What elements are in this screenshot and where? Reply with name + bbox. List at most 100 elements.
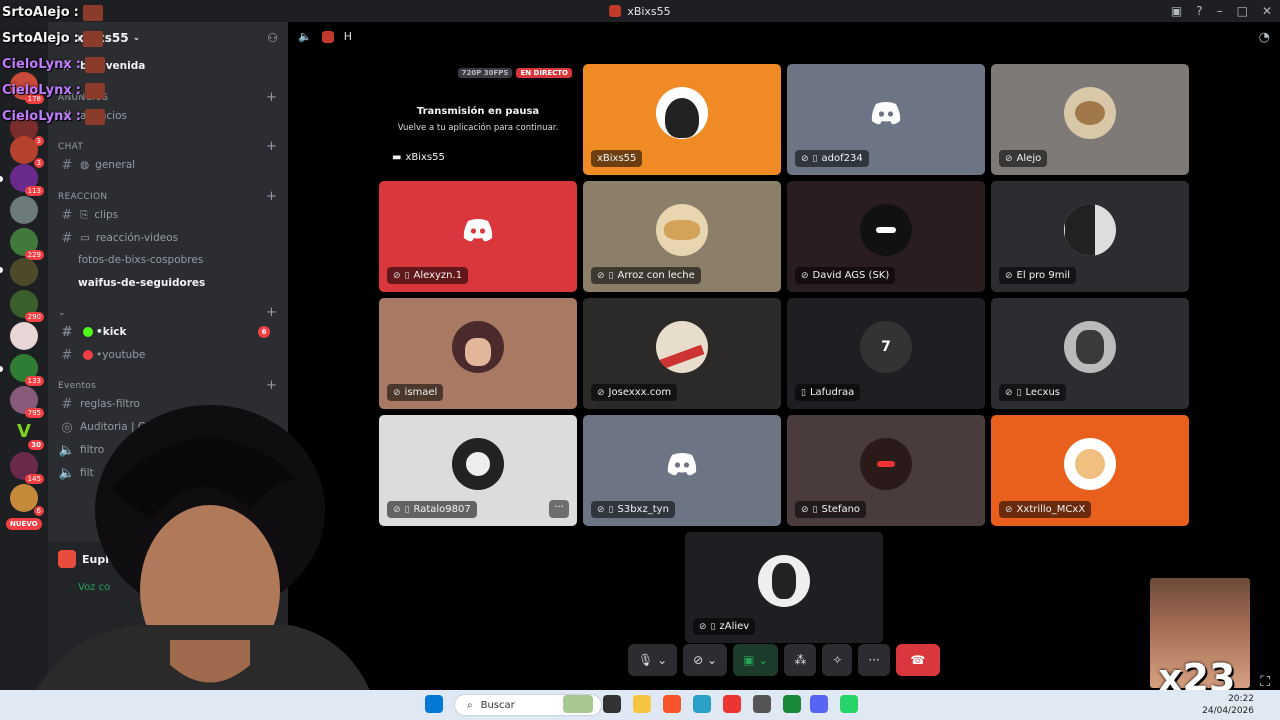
server-icon[interactable] [10,196,38,224]
widgets-icon[interactable] [563,695,593,713]
screen-share-button[interactable]: ▣ ⌄ [733,644,779,676]
deafened-icon: ⊘ [597,270,605,281]
avatar [656,320,708,373]
explorer-icon[interactable] [633,695,651,713]
taskview-icon[interactable] [603,695,621,713]
microphone-icon: 🎙 [638,653,654,667]
chevron-down-icon[interactable]: ⌄ [657,653,667,667]
deafened-icon: ⊘ [1005,504,1013,515]
add-channel-icon[interactable]: + [266,90,277,105]
soundboard-button[interactable]: ✧ [822,644,853,676]
participant-name: ⊘ David AGS (SK) [795,267,896,284]
participant-tile[interactable]: 7 ▯ Lafudraa [787,298,985,409]
participant-name: ⊘ ▯ zAliev [693,618,756,635]
paused-stream-tile[interactable]: 720P 30FPS EN DIRECTO Transmisión en pau… [378,64,578,175]
category-chat[interactable]: CHAT + [58,139,277,154]
participant-tile[interactable]: xBixs55 [583,64,781,175]
participant-tile[interactable]: ⊘ ▯ Stefano [787,415,985,526]
microphone-button[interactable]: 🎙 ⌄ [628,644,678,676]
inbox-icon[interactable]: ▣ [1171,4,1182,18]
discord-icon[interactable] [810,695,828,713]
participant-name: ⊘ ▯ Ratalo9807 [387,501,477,518]
channel-reaccion-videos[interactable]: # ▭ reacción-videos [58,228,282,248]
mobile-icon: ▯ [812,153,818,164]
channel-general[interactable]: # ◍ general [58,155,282,175]
channel-kick[interactable]: # •kick 6 [58,322,282,342]
avatar [758,554,810,607]
participant-tile[interactable]: ⊘ Xxtrillo_MCxX [991,415,1189,526]
participant-tile[interactable]: ⊘ David AGS (SK) [787,181,985,292]
server-icon[interactable]: 290 [10,290,44,322]
more-options-button[interactable]: ··· [549,500,569,518]
emote-icon [84,109,105,125]
channel-clips[interactable]: # ⎘ clips [58,205,282,225]
whatsapp-icon[interactable] [840,695,858,713]
participant-tile[interactable]: ⊘ ▯ adof234 [787,64,985,175]
app-icon[interactable] [723,695,741,713]
participant-tile[interactable]: ⊘ Josexxx.com [583,298,781,409]
start-icon[interactable] [425,695,443,713]
more-button[interactable]: ··· [858,644,890,676]
add-channel-icon[interactable]: + [266,189,277,204]
chevron-down-icon[interactable]: ⌄ [758,653,768,667]
add-channel-icon[interactable]: + [266,305,277,320]
server-icon[interactable]: 229 [10,228,44,260]
server-icon[interactable] [10,258,38,286]
app-icon[interactable] [693,695,711,713]
chevron-down-icon[interactable]: ⌄ [707,653,717,667]
emote-icon [82,5,103,21]
participant-tile[interactable]: ⊘ Alejo [991,64,1189,175]
maximize-button[interactable]: □ [1237,4,1248,18]
category-reaccion[interactable]: REACCION + [58,189,277,204]
video-icon: ▭ [80,232,90,244]
participant-tile[interactable]: ⊘ ▯ Arroz con leche [583,181,781,292]
channel-youtube[interactable]: # •youtube [58,345,282,365]
disconnect-button[interactable]: ☎ [895,644,940,676]
close-button[interactable]: ✕ [1262,4,1272,18]
participant-tile[interactable]: ⊘ ▯ Lecxus [991,298,1189,409]
server-icon[interactable]: 3 [10,136,44,168]
mobile-icon: ▯ [801,387,806,398]
kick-icon [83,327,93,337]
fullscreen-icon[interactable]: ⛶ [1260,674,1270,690]
add-channel-icon[interactable]: + [266,139,277,154]
add-channel-icon[interactable]: + [266,378,277,393]
app-icon[interactable] [753,695,771,713]
category-eventos[interactable]: Eventos + [58,378,277,393]
category-unnamed[interactable]: ⌄ + [58,305,277,320]
participant-tile[interactable]: ⊘ ▯ S3bxz_tyn [583,415,781,526]
participant-name: xBixs55 [591,150,643,167]
unread-pip [0,267,3,273]
app-icon[interactable] [783,695,801,713]
participant-tile[interactable]: ⊘ ▯ Ratalo9807 ··· [379,415,577,526]
chat-line: CieloLynx: [2,104,105,130]
server-icon[interactable]: 113 [10,164,44,196]
avatar [860,203,912,256]
minimize-button[interactable]: – [1217,4,1223,18]
chevron-down-icon: ⌄ [132,33,141,43]
channel-fotos[interactable]: fotos-de-bixs-cospobres [58,250,282,270]
clip-icon: ⎘ [80,208,89,221]
participant-tile[interactable]: ⊘ ▯ Alexyzn.1 [379,181,577,292]
avatar [1064,320,1116,373]
activity-icon[interactable]: ◔ [1259,30,1270,45]
participant-name: ⊘ Josexxx.com [591,384,678,401]
server-icon[interactable] [10,322,38,350]
camera-button[interactable]: ⊘ ⌄ [683,644,728,676]
channel-waifus[interactable]: waifus-de-seguidores [58,273,282,293]
taskbar: ⌕ Buscar 20:22 24/04/2026 [0,690,1280,720]
participant-tile[interactable]: ⊘ ismael [379,298,577,409]
voice-call-area: 🔈 H ◔ 720P 30FPS EN DIRECTO Transmisión … [288,22,1280,690]
add-member-icon[interactable]: ⚇ [267,31,278,45]
help-icon[interactable]: ? [1196,4,1202,18]
brave-icon[interactable] [663,695,681,713]
speaker-icon[interactable]: 🔈 [298,30,312,43]
participant-tile[interactable]: ⊘ ▯ zAliev [685,532,883,643]
server-icon[interactable]: 133 [10,354,44,386]
participant-tile[interactable]: ⊘ El pro 9mil [991,181,1189,292]
avatar [1064,86,1116,139]
deafened-icon: ⊘ [1005,387,1013,398]
activities-button[interactable]: ⁂ [784,644,817,676]
camera-off-icon: ⊘ [693,653,704,667]
clock[interactable]: 20:22 24/04/2026 [1202,693,1254,717]
